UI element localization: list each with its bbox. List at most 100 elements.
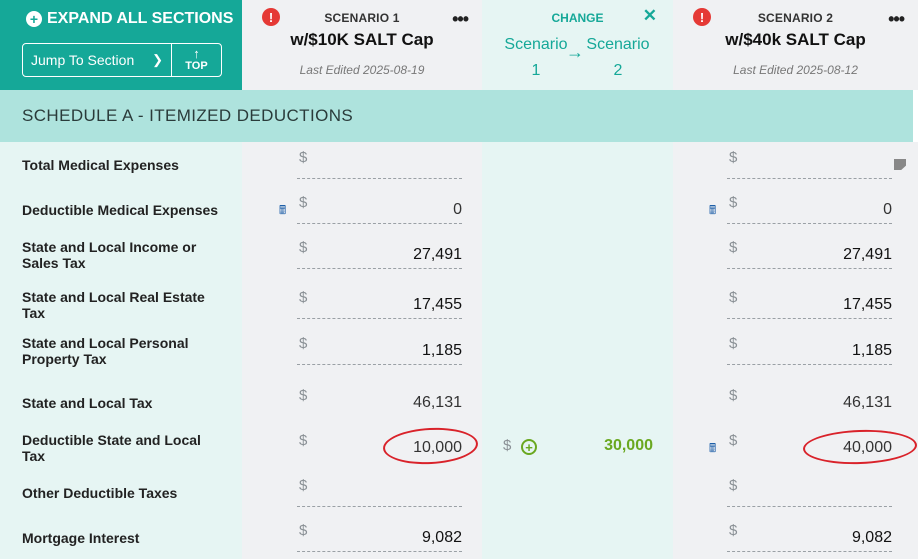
row-label: State and Local Income or Sales Tax bbox=[22, 238, 197, 271]
scenario2-input[interactable]: $9,082 bbox=[727, 520, 892, 552]
scenario1-value: 9,082 bbox=[421, 529, 462, 546]
expand-all-label: EXPAND ALL SECTIONS bbox=[47, 10, 234, 27]
calculator-icon[interactable]: 🖩 bbox=[709, 439, 716, 460]
dollar-sign: $ bbox=[299, 522, 308, 539]
dollar-sign: $ bbox=[299, 432, 308, 449]
arrow-up-icon: ↑ bbox=[193, 46, 200, 62]
scenario2-value: 0 bbox=[883, 201, 892, 218]
calculator-icon[interactable]: 🖩 bbox=[279, 201, 286, 222]
scenario1-value: 27,491 bbox=[413, 246, 462, 263]
scenario1-label: SCENARIO 1 bbox=[324, 11, 400, 25]
row-label: State and Local Personal Property Tax bbox=[22, 334, 189, 367]
left-panel: + EXPAND ALL SECTIONS Jump To Section ❯ … bbox=[0, 0, 242, 90]
close-icon[interactable]: ✕ bbox=[643, 6, 657, 26]
expand-all-button[interactable]: + EXPAND ALL SECTIONS bbox=[26, 10, 233, 28]
scenario2-value: 46,131 bbox=[843, 394, 892, 411]
scenario2-label: SCENARIO 2 bbox=[757, 11, 834, 25]
table-row: Other Deductible Taxes $ $ bbox=[0, 470, 918, 515]
dollar-sign: $ bbox=[299, 194, 308, 211]
scenario1-edited: Last Edited 2025-08-19 bbox=[299, 63, 425, 77]
jump-to-section-label: Jump To Section bbox=[31, 52, 135, 68]
scenario1-value: 46,131 bbox=[413, 394, 462, 411]
more-icon[interactable]: ••• bbox=[452, 9, 469, 30]
scenario2-input[interactable]: $27,491 bbox=[727, 237, 892, 269]
scenario2-value: 9,082 bbox=[851, 529, 892, 546]
scenario1-value: 17,455 bbox=[413, 296, 462, 313]
scenario1-input[interactable]: $17,455 bbox=[297, 287, 462, 319]
scenario1-input[interactable]: $0 bbox=[297, 192, 462, 224]
add-circle-icon[interactable]: + bbox=[521, 439, 537, 455]
table-row: Total Medical Expenses $ $ bbox=[0, 142, 918, 187]
chevron-down-icon: ❯ bbox=[152, 52, 163, 67]
section-header[interactable]: SCHEDULE A - ITEMIZED DEDUCTIONS bbox=[0, 90, 913, 142]
scenario1-value-cell: $46,131 bbox=[297, 385, 462, 417]
change-from: Scenario 1 bbox=[504, 36, 568, 79]
scenario2-input[interactable]: $ bbox=[727, 147, 892, 179]
scenario2-edited: Last Edited 2025-08-12 bbox=[733, 63, 858, 77]
scenario2-header: ! SCENARIO 2 w/$40k SALT Cap Last Edited… bbox=[673, 0, 918, 90]
dollar-sign: $ bbox=[299, 239, 308, 256]
scenario1-value: 0 bbox=[453, 201, 462, 218]
jump-to-section-select[interactable]: Jump To Section ❯ bbox=[22, 43, 172, 77]
scenario2-input[interactable]: $0 bbox=[727, 192, 892, 224]
dollar-sign: $ bbox=[299, 289, 308, 306]
table-row: State and Local Real Estate Tax $17,455 … bbox=[0, 282, 918, 327]
dollar-sign: $ bbox=[299, 477, 308, 494]
dollar-sign: $ bbox=[729, 239, 738, 256]
dollar-sign: $ bbox=[729, 432, 738, 449]
scenario1-input[interactable]: $27,491 bbox=[297, 237, 462, 269]
dollar-sign: $ bbox=[299, 387, 308, 404]
dollar-sign: $ bbox=[729, 335, 738, 352]
table-row: Deductible State and Local Tax $10,000 $… bbox=[0, 425, 918, 470]
header: + EXPAND ALL SECTIONS Jump To Section ❯ … bbox=[0, 0, 918, 90]
row-label: Other Deductible Taxes bbox=[22, 484, 178, 501]
schedule-table: Total Medical Expenses $ $ Deductible Me… bbox=[0, 142, 918, 559]
dollar-sign: $ bbox=[729, 522, 738, 539]
row-label: Total Medical Expenses bbox=[22, 156, 179, 173]
section-title: SCHEDULE A - ITEMIZED DEDUCTIONS bbox=[22, 106, 354, 125]
scenario1-input[interactable]: $9,082 bbox=[297, 520, 462, 552]
row-label: Deductible Medical Expenses bbox=[22, 201, 219, 218]
table-row: State and Local Tax $46,131 $46,131 bbox=[0, 380, 918, 425]
scenario1-input[interactable]: $1,185 bbox=[297, 333, 462, 365]
scenario1-input[interactable]: $ bbox=[297, 147, 462, 179]
change-to: Scenario 2 bbox=[586, 36, 650, 79]
row-label: Deductible State and Local Tax bbox=[22, 431, 201, 464]
dollar-sign: $ bbox=[729, 477, 738, 494]
scenario2-value: 1,185 bbox=[851, 342, 892, 359]
note-icon[interactable] bbox=[894, 159, 906, 170]
scenario2-input[interactable]: $17,455 bbox=[727, 287, 892, 319]
scenario1-header: ! SCENARIO 1 w/$10K SALT Cap Last Edited… bbox=[242, 0, 482, 90]
row-label: State and Local Tax bbox=[22, 394, 153, 411]
plus-circle-icon: + bbox=[26, 11, 42, 27]
scenario2-value-cell: $46,131 bbox=[727, 385, 892, 417]
top-label: TOP bbox=[185, 60, 208, 73]
scenario2-name: w/$40k SALT Cap bbox=[725, 30, 866, 49]
scenario1-input[interactable]: $ bbox=[297, 475, 462, 507]
table-row: State and Local Income or Sales Tax $27,… bbox=[0, 232, 918, 277]
change-value-cell: $ + 30,000 bbox=[503, 437, 653, 459]
row-label: State and Local Real Estate Tax bbox=[22, 288, 205, 321]
change-header: CHANGE ✕ Scenario 1 → Scenario 2 bbox=[482, 0, 673, 90]
arrow-right-icon: → bbox=[566, 42, 584, 62]
dollar-sign: $ bbox=[299, 335, 308, 352]
row-label: Mortgage Interest bbox=[22, 529, 140, 546]
dollar-sign: $ bbox=[729, 149, 738, 166]
dollar-sign: $ bbox=[729, 387, 738, 404]
table-row: Deductible Medical Expenses 🖩 $0 🖩 $0 bbox=[0, 187, 918, 232]
scenario2-input[interactable]: $1,185 bbox=[727, 333, 892, 365]
dollar-sign: $ bbox=[503, 437, 512, 454]
table-row: State and Local Personal Property Tax $1… bbox=[0, 328, 918, 373]
change-value: 30,000 bbox=[604, 437, 653, 454]
dollar-sign: $ bbox=[299, 149, 308, 166]
dollar-sign: $ bbox=[729, 194, 738, 211]
scenario2-value: 27,491 bbox=[843, 246, 892, 263]
scenario2-input[interactable]: $ bbox=[727, 475, 892, 507]
scenario2-value: 17,455 bbox=[843, 296, 892, 313]
calculator-icon[interactable]: 🖩 bbox=[709, 201, 716, 222]
table-row: Mortgage Interest $9,082 $9,082 bbox=[0, 515, 918, 559]
more-icon[interactable]: ••• bbox=[888, 9, 905, 30]
top-button[interactable]: ↑ TOP bbox=[171, 43, 222, 77]
dollar-sign: $ bbox=[729, 289, 738, 306]
scenario1-name: w/$10K SALT Cap bbox=[290, 30, 434, 49]
